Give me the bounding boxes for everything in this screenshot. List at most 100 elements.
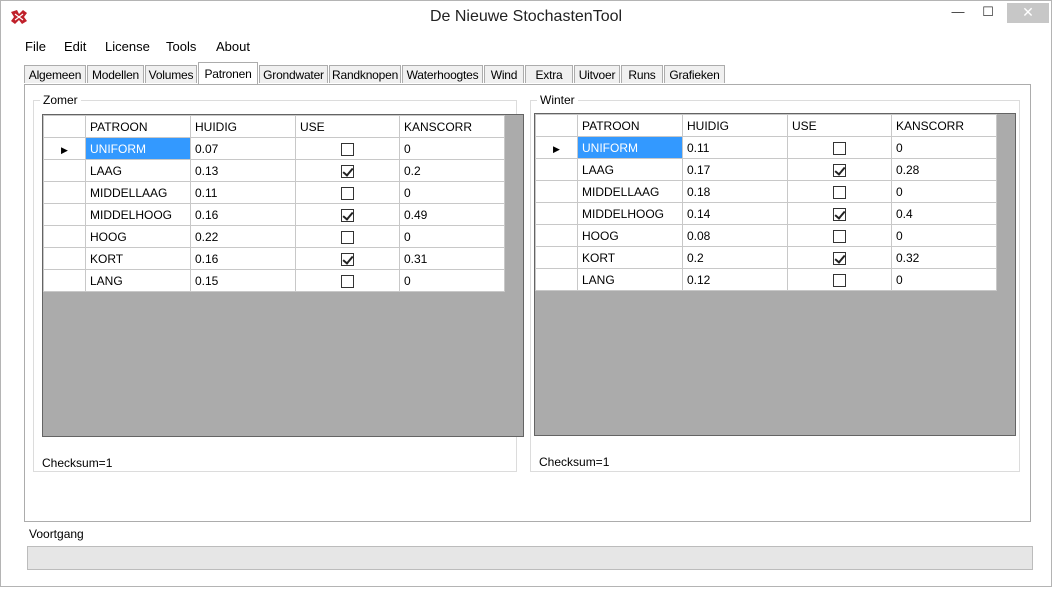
use-checkbox[interactable] — [833, 185, 846, 199]
cell-patroon[interactable]: MIDDELHOOG — [577, 202, 683, 225]
cell-use[interactable] — [295, 181, 400, 204]
tab-waterhoogtes[interactable]: Waterhoogtes — [402, 65, 483, 83]
cell-patroon[interactable]: MIDDELHOOG — [85, 203, 191, 226]
minimize-icon[interactable]: — — [947, 3, 969, 23]
use-checkbox[interactable] — [833, 251, 846, 265]
cell-kanscorr[interactable]: 0 — [399, 225, 505, 248]
row-header[interactable]: ▶ — [535, 136, 578, 159]
cell-huidig[interactable]: 0.17 — [682, 158, 788, 181]
cell-huidig[interactable]: 0.22 — [190, 225, 296, 248]
cell-kanscorr[interactable]: 0 — [891, 268, 997, 291]
use-checkbox[interactable] — [833, 273, 846, 287]
use-checkbox[interactable] — [341, 164, 354, 178]
cell-patroon[interactable]: LANG — [85, 269, 191, 292]
cell-kanscorr[interactable]: 0 — [891, 136, 997, 159]
winter-col-patroon[interactable]: PATROON — [577, 114, 683, 137]
cell-use[interactable] — [295, 225, 400, 248]
table-row[interactable]: MIDDELHOOG 0.14 0.4 — [535, 202, 997, 225]
cell-use[interactable] — [295, 269, 400, 292]
cell-use[interactable] — [295, 247, 400, 270]
zomer-corner-header[interactable] — [43, 115, 86, 138]
tab-uitvoer[interactable]: Uitvoer — [574, 65, 620, 83]
tab-algemeen[interactable]: Algemeen — [24, 65, 86, 83]
tab-randknopen[interactable]: Randknopen — [329, 65, 401, 83]
winter-col-huidig[interactable]: HUIDIG — [682, 114, 788, 137]
winter-corner-header[interactable] — [535, 114, 578, 137]
use-checkbox[interactable] — [341, 208, 354, 222]
cell-huidig[interactable]: 0.07 — [190, 137, 296, 160]
tab-extra[interactable]: Extra — [525, 65, 573, 83]
use-checkbox[interactable] — [833, 229, 846, 243]
menu-about[interactable]: About — [216, 39, 250, 54]
table-row[interactable]: MIDDELHOOG 0.16 0.49 — [43, 203, 505, 226]
row-header[interactable] — [535, 246, 578, 269]
row-header[interactable] — [535, 180, 578, 203]
cell-patroon[interactable]: LAAG — [85, 159, 191, 182]
cell-patroon[interactable]: HOOG — [577, 224, 683, 247]
row-header[interactable] — [43, 225, 86, 248]
use-checkbox[interactable] — [833, 207, 846, 221]
table-row[interactable]: LANG 0.12 0 — [535, 268, 997, 291]
cell-huidig[interactable]: 0.15 — [190, 269, 296, 292]
tab-runs[interactable]: Runs — [621, 65, 663, 83]
row-header[interactable] — [43, 247, 86, 270]
maximize-icon[interactable]: ☐ — [977, 3, 999, 23]
cell-huidig[interactable]: 0.2 — [682, 246, 788, 269]
cell-use[interactable] — [295, 203, 400, 226]
table-row[interactable]: LAAG 0.17 0.28 — [535, 158, 997, 181]
cell-use[interactable] — [787, 246, 892, 269]
tab-modellen[interactable]: Modellen — [87, 65, 144, 83]
cell-kanscorr[interactable]: 0.28 — [891, 158, 997, 181]
cell-huidig[interactable]: 0.11 — [190, 181, 296, 204]
table-row[interactable]: ▶ UNIFORM 0.11 0 — [535, 136, 997, 159]
row-header[interactable] — [535, 158, 578, 181]
cell-patroon[interactable]: HOOG — [85, 225, 191, 248]
row-header[interactable] — [535, 224, 578, 247]
cell-huidig[interactable]: 0.14 — [682, 202, 788, 225]
menu-edit[interactable]: Edit — [64, 39, 86, 54]
cell-use[interactable] — [787, 180, 892, 203]
winter-grid[interactable]: PATROON HUIDIG USE KANSCORR ▶ UNIFORM 0.11… — [534, 113, 1016, 436]
use-checkbox[interactable] — [833, 141, 846, 155]
cell-patroon[interactable]: MIDDELLAAG — [85, 181, 191, 204]
table-row[interactable]: MIDDELLAAG 0.11 0 — [43, 181, 505, 204]
use-checkbox[interactable] — [341, 252, 354, 266]
cell-huidig[interactable]: 0.16 — [190, 203, 296, 226]
row-header[interactable] — [535, 268, 578, 291]
cell-use[interactable] — [787, 224, 892, 247]
table-row[interactable]: HOOG 0.08 0 — [535, 224, 997, 247]
table-row[interactable]: LAAG 0.13 0.2 — [43, 159, 505, 182]
cell-kanscorr[interactable]: 0 — [399, 137, 505, 160]
cell-patroon[interactable]: KORT — [577, 246, 683, 269]
zomer-grid[interactable]: PATROON HUIDIG USE KANSCORR ▶ UNIFORM 0.07… — [42, 114, 524, 437]
cell-huidig[interactable]: 0.16 — [190, 247, 296, 270]
cell-use[interactable] — [787, 136, 892, 159]
row-header[interactable] — [43, 159, 86, 182]
cell-patroon[interactable]: LANG — [577, 268, 683, 291]
tab-wind[interactable]: Wind — [484, 65, 524, 83]
tab-volumes[interactable]: Volumes — [145, 65, 197, 83]
cell-use[interactable] — [787, 158, 892, 181]
cell-huidig[interactable]: 0.13 — [190, 159, 296, 182]
row-header[interactable] — [535, 202, 578, 225]
winter-col-use[interactable]: USE — [787, 114, 892, 137]
cell-huidig[interactable]: 0.08 — [682, 224, 788, 247]
cell-kanscorr[interactable]: 0 — [399, 269, 505, 292]
cell-kanscorr[interactable]: 0.32 — [891, 246, 997, 269]
cell-huidig[interactable]: 0.11 — [682, 136, 788, 159]
cell-kanscorr[interactable]: 0 — [399, 181, 505, 204]
cell-kanscorr[interactable]: 0.49 — [399, 203, 505, 226]
cell-patroon[interactable]: UNIFORM — [577, 136, 683, 159]
table-row[interactable]: LANG 0.15 0 — [43, 269, 505, 292]
cell-patroon[interactable]: UNIFORM — [85, 137, 191, 160]
zomer-col-use[interactable]: USE — [295, 115, 400, 138]
use-checkbox[interactable] — [341, 274, 354, 288]
cell-huidig[interactable]: 0.12 — [682, 268, 788, 291]
winter-col-kanscorr[interactable]: KANSCORR — [891, 114, 997, 137]
tab-grondwater[interactable]: Grondwater — [259, 65, 328, 83]
cell-kanscorr[interactable]: 0.4 — [891, 202, 997, 225]
zomer-col-huidig[interactable]: HUIDIG — [190, 115, 296, 138]
use-checkbox[interactable] — [341, 186, 354, 200]
cell-kanscorr[interactable]: 0 — [891, 224, 997, 247]
use-checkbox[interactable] — [833, 163, 846, 177]
